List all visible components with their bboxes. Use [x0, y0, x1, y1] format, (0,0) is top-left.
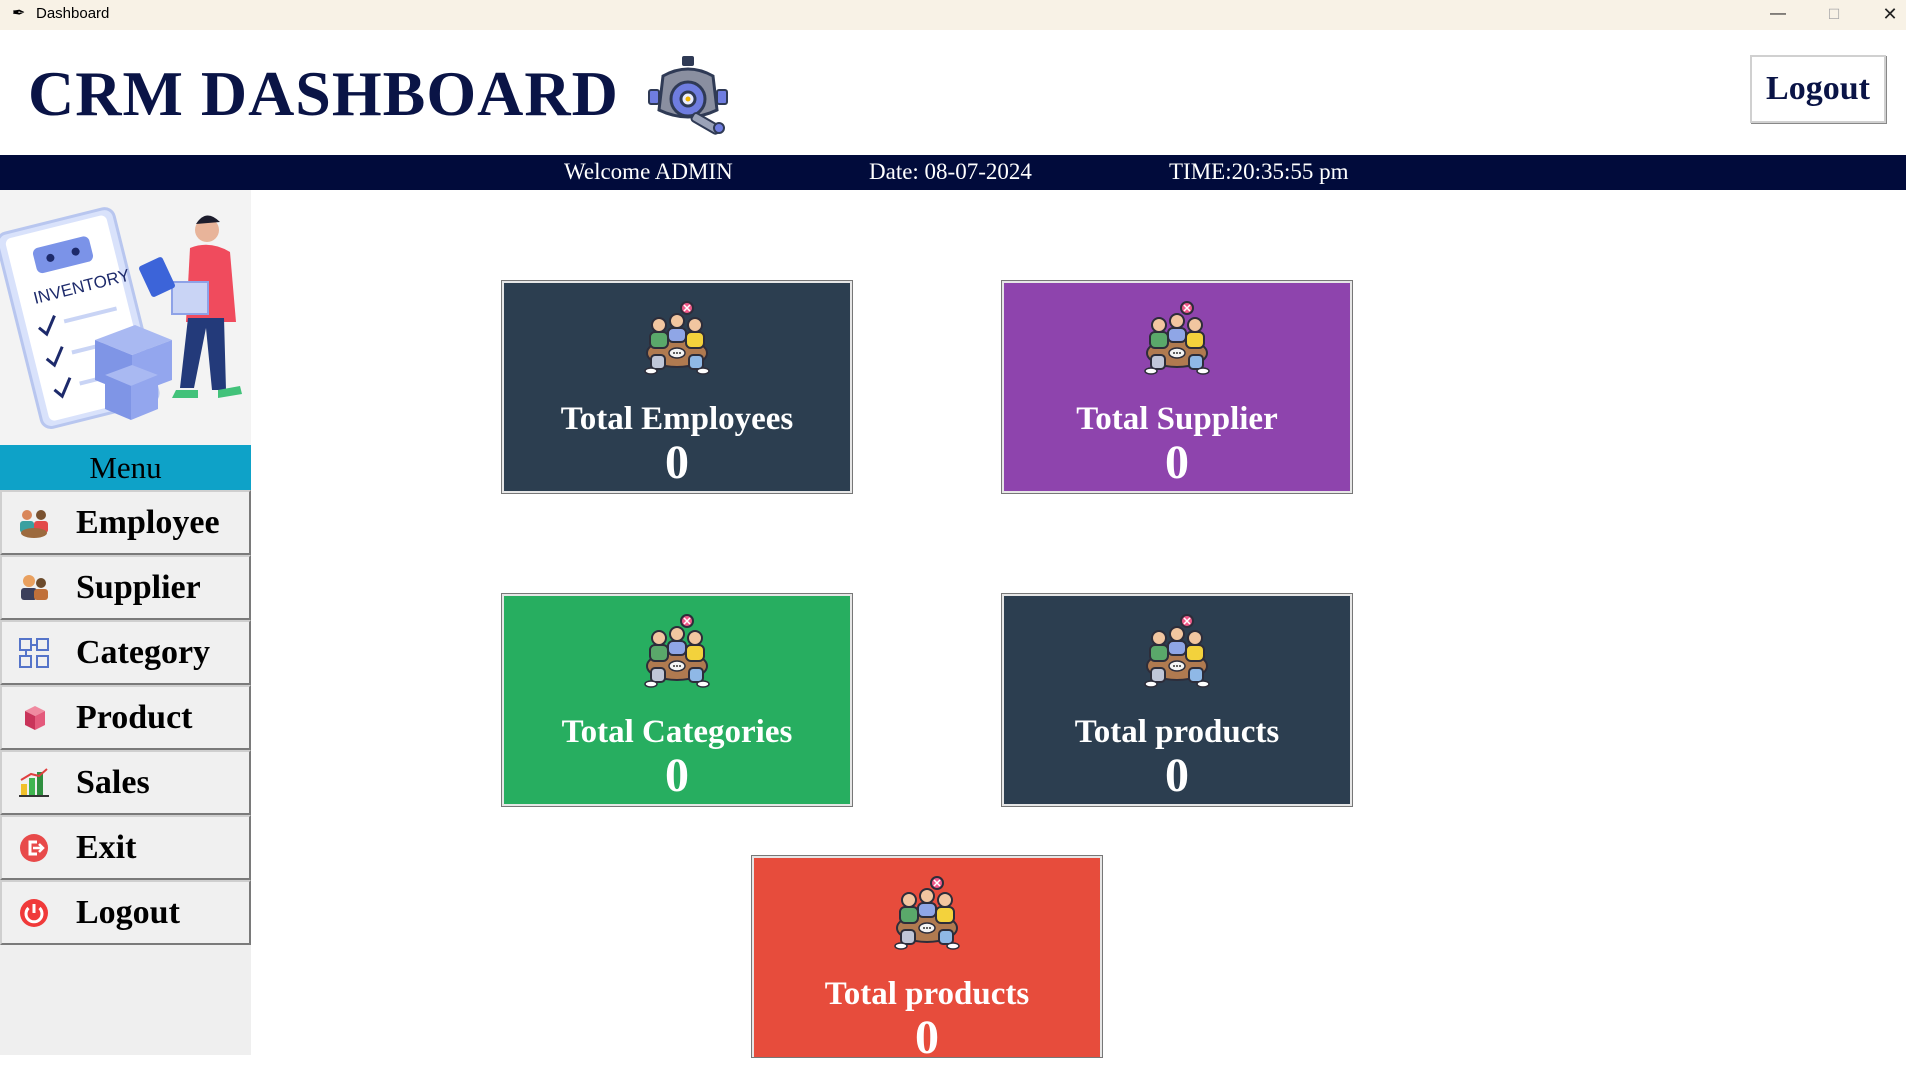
minimize-button[interactable]: — — [1750, 0, 1806, 30]
maximize-button[interactable]: ☐ — [1806, 0, 1862, 30]
sidebar-item-supplier[interactable]: Supplier — [0, 555, 251, 620]
sidebar-item-label: Logout — [76, 893, 180, 931]
sidebar-item-employee[interactable]: Employee — [0, 490, 251, 555]
sidebar-item-label: Employee — [76, 503, 220, 541]
card-value: 0 — [1165, 749, 1189, 802]
sidebar-item-label: Supplier — [76, 568, 201, 606]
team-icon — [16, 505, 52, 541]
menu-header: Menu — [0, 445, 251, 490]
card-label: Total products — [824, 976, 1030, 1012]
card-total-products: Total products 0 — [1001, 593, 1353, 807]
sidebar-item-category[interactable]: Category — [0, 620, 251, 685]
sidebar-item-logout[interactable]: Logout — [0, 880, 251, 945]
team-meeting-icon — [644, 614, 710, 688]
card-total-employees: Total Employees 0 — [501, 280, 853, 494]
team-meeting-icon — [1144, 614, 1210, 688]
card-value: 0 — [665, 749, 689, 802]
time-text: TIME:20:35:55 pm — [1169, 159, 1349, 184]
app-header: CRM DASHBOARD Logout — [0, 30, 1906, 155]
date-text: Date: 08-07-2024 — [869, 159, 1032, 184]
sidebar-item-product[interactable]: Product — [0, 685, 251, 750]
window-titlebar: ✒ Dashboard — ☐ ✕ — [0, 0, 1906, 30]
category-icon — [16, 635, 52, 671]
sidebar-item-label: Sales — [76, 763, 150, 801]
sidebar-item-label: Product — [76, 698, 193, 736]
card-value: 0 — [1165, 436, 1189, 489]
feather-icon: ✒ — [12, 5, 26, 22]
card-total-products-2: Total products 0 — [751, 855, 1103, 1064]
exit-icon — [16, 830, 52, 866]
logout-button[interactable]: Logout — [1750, 55, 1886, 123]
power-icon — [16, 895, 52, 931]
sidebar: INVENTORY Menu Employee Supplier Categor… — [0, 190, 251, 1055]
sidebar-item-exit[interactable]: Exit — [0, 815, 251, 880]
card-value: 0 — [915, 1011, 939, 1064]
sidebar-item-label: Exit — [76, 828, 137, 866]
gear-icon — [648, 56, 728, 135]
card-label: Total Employees — [560, 401, 794, 437]
card-total-categories: Total Categories 0 — [501, 593, 853, 807]
card-label: Total products — [1074, 714, 1280, 750]
sidebar-item-sales[interactable]: Sales — [0, 750, 251, 815]
card-label: Total Supplier — [1076, 401, 1278, 437]
card-total-supplier: Total Supplier 0 — [1001, 280, 1353, 494]
supplier-icon — [16, 570, 52, 606]
sidebar-item-label: Category — [76, 633, 211, 671]
window-title: Dashboard — [36, 5, 110, 22]
card-label: Total Categories — [561, 714, 793, 750]
status-bar: Welcome ADMIN Date: 08-07-2024 TIME:20:3… — [0, 155, 1906, 190]
card-value: 0 — [665, 436, 689, 489]
page-title: CRM DASHBOARD — [28, 58, 619, 129]
team-meeting-icon — [644, 301, 710, 375]
team-meeting-icon — [894, 876, 960, 950]
menu-list: Employee Supplier Category Product Sales — [0, 490, 251, 945]
team-meeting-icon — [1144, 301, 1210, 375]
box-icon — [16, 700, 52, 736]
bar-chart-icon — [16, 765, 52, 801]
close-button[interactable]: ✕ — [1862, 0, 1906, 30]
inventory-illustration: INVENTORY — [0, 190, 251, 445]
welcome-text: Welcome ADMIN — [564, 159, 733, 184]
